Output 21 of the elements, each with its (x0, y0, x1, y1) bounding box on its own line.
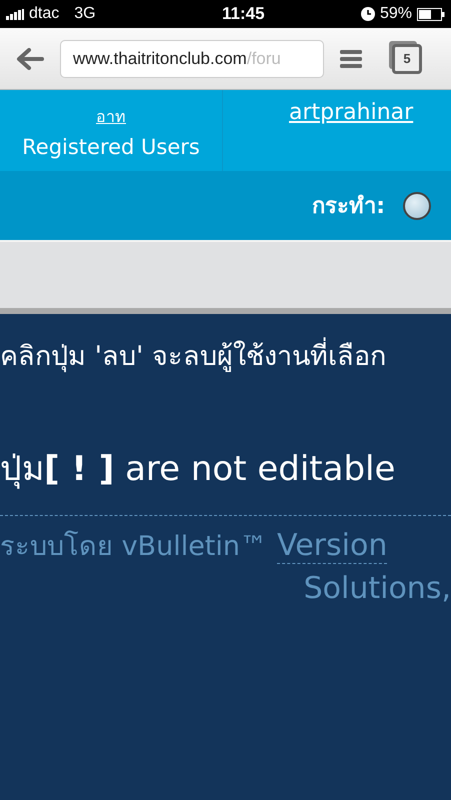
carrier-name: dtac (29, 5, 60, 23)
menu-icon[interactable] (340, 48, 362, 68)
network-type: 3G (74, 5, 96, 23)
note-text: ปุ่ม[ ! ] are not editable (0, 448, 396, 491)
clock-time: 11:45 (222, 4, 265, 24)
battery-icon (416, 8, 445, 20)
user-link[interactable]: อาท (96, 104, 126, 129)
signal-icon (6, 8, 24, 20)
back-arrow-icon[interactable] (16, 48, 44, 70)
credit-text: Solutions, (304, 571, 451, 606)
user-link[interactable]: artprahinar (289, 100, 414, 125)
address-field[interactable]: www.thaitritonclub.com/foru (60, 40, 324, 78)
radio-button[interactable] (403, 192, 431, 220)
stat-label: Registered Users (22, 135, 200, 159)
note-text: คลิกปุ่ม 'ลบ' จะลบผู้ใช้งานที่เลือก (0, 334, 451, 377)
version-link[interactable]: Version (277, 528, 388, 564)
action-label: กระทำ: (312, 193, 385, 221)
clock-icon (360, 7, 375, 21)
credit-text: ระบบโดย vBulletin™ (0, 530, 268, 564)
tabs-button[interactable]: 5 (392, 44, 422, 74)
battery-percent: 59% (380, 5, 412, 23)
